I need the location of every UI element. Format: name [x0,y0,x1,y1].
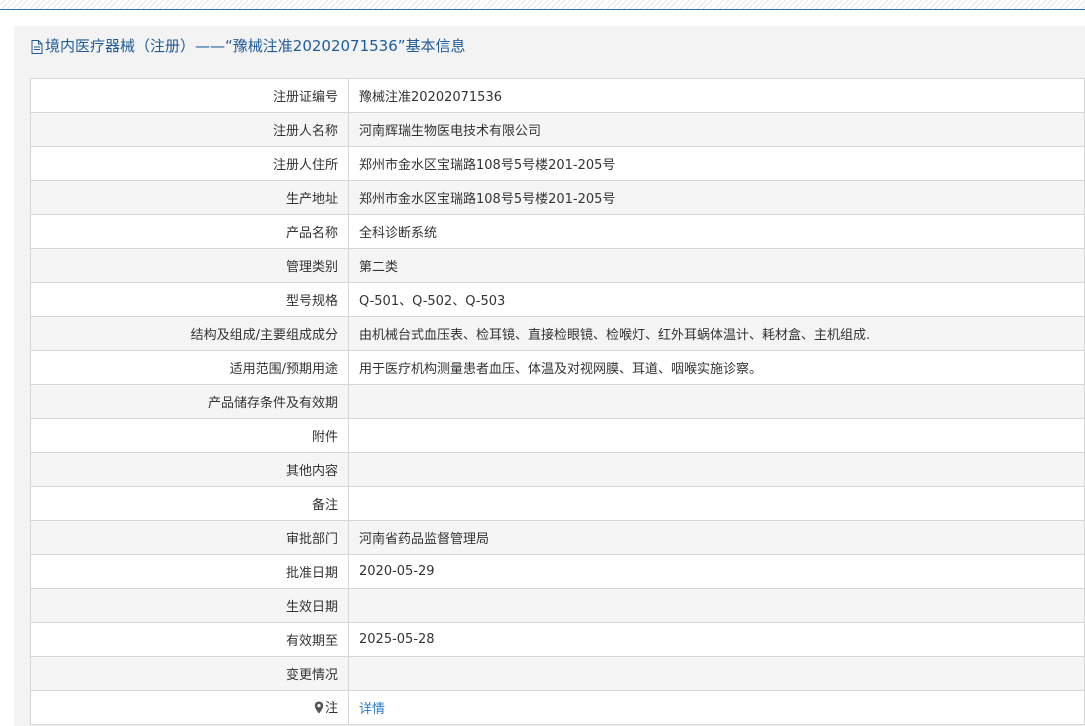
table-row: 审批部门 河南省药品监督管理局 [30,520,1085,555]
table-row: 生产地址 郑州市金水区宝瑞路108号5号楼201-205号 [30,180,1085,215]
row-label: 附件 [30,418,349,453]
table-row: 适用范围/预期用途 用于医疗机构测量患者血压、体温及对视网膜、耳道、咽喉实施诊察。 [30,350,1085,385]
row-value [348,588,1085,623]
row-value [348,486,1085,521]
row-value: 由机械台式血压表、检耳镜、直接检眼镜、检喉灯、红外耳蜗体温计、耗材盒、主机组成. [348,316,1085,351]
row-label: 注册人名称 [30,112,349,147]
table-row: 其他内容 [30,452,1085,487]
panel-title: 境内医疗器械（注册）——“豫械注准20202071536”基本信息 [45,37,466,55]
row-label: 生产地址 [30,180,349,215]
row-value: 郑州市金水区宝瑞路108号5号楼201-205号 [348,180,1085,215]
row-value [348,418,1085,453]
row-label: 注 [30,690,349,725]
table-row: 生效日期 [30,588,1085,623]
row-value: 2020-05-29 [348,554,1085,589]
panel-header: 境内医疗器械（注册）——“豫械注准20202071536”基本信息 [14,26,1085,66]
table-row: 附件 [30,418,1085,453]
table-row: 结构及组成/主要组成成分 由机械台式血压表、检耳镜、直接检眼镜、检喉灯、红外耳蜗体… [30,316,1085,351]
row-label: 注册证编号 [30,78,349,113]
row-label: 有效期至 [30,622,349,657]
row-label: 审批部门 [30,520,349,555]
map-pin-icon [314,701,324,718]
row-value: 第二类 [348,248,1085,283]
row-value: 全科诊断系统 [348,214,1085,249]
row-value [348,656,1085,691]
row-value: 豫械注准20202071536 [348,78,1085,113]
row-label: 备注 [30,486,349,521]
row-label: 生效日期 [30,588,349,623]
row-label: 适用范围/预期用途 [30,350,349,385]
row-value: 河南辉瑞生物医电技术有限公司 [348,112,1085,147]
row-value [348,384,1085,419]
top-decorative-stripe [0,0,1085,10]
document-icon [31,29,43,69]
row-value [348,452,1085,487]
table-row: 注册人住所 郑州市金水区宝瑞路108号5号楼201-205号 [30,146,1085,181]
row-value: 河南省药品监督管理局 [348,520,1085,555]
table-row: 有效期至 2025-05-28 [30,622,1085,657]
table-row: 产品名称 全科诊断系统 [30,214,1085,249]
table-row-note: 注 详情 [30,690,1085,725]
table-row: 备注 [30,486,1085,521]
table-row: 变更情况 [30,656,1085,691]
table-row: 型号规格 Q-501、Q-502、Q-503 [30,282,1085,317]
row-label: 产品储存条件及有效期 [30,384,349,419]
note-label: 注 [324,701,338,716]
row-label: 其他内容 [30,452,349,487]
table-row: 管理类别 第二类 [30,248,1085,283]
row-label: 批准日期 [30,554,349,589]
table-row: 注册证编号 豫械注准20202071536 [30,78,1085,113]
table-row: 批准日期 2020-05-29 [30,554,1085,589]
info-table: 注册证编号 豫械注准20202071536 注册人名称 河南辉瑞生物医电技术有限公司注… [30,78,1085,725]
row-value: 郑州市金水区宝瑞路108号5号楼201-205号 [348,146,1085,181]
info-panel: 境内医疗器械（注册）——“豫械注准20202071536”基本信息 注册证编号豫… [14,26,1085,726]
row-value: 用于医疗机构测量患者血压、体温及对视网膜、耳道、咽喉实施诊察。 [348,350,1085,385]
row-value: 2025-05-28 [348,622,1085,657]
row-label: 注册人住所 [30,146,349,181]
row-label: 变更情况 [30,656,349,691]
row-label: 管理类别 [30,248,349,283]
row-label: 型号规格 [30,282,349,317]
row-value: Q-501、Q-502、Q-503 [348,282,1085,317]
table-row: 注册人名称 河南辉瑞生物医电技术有限公司 [30,112,1085,147]
row-label: 结构及组成/主要组成成分 [30,316,349,351]
row-value: 详情 [348,690,1085,725]
detail-link[interactable]: 详情 [359,702,385,717]
row-label: 产品名称 [30,214,349,249]
table-row: 产品储存条件及有效期 [30,384,1085,419]
